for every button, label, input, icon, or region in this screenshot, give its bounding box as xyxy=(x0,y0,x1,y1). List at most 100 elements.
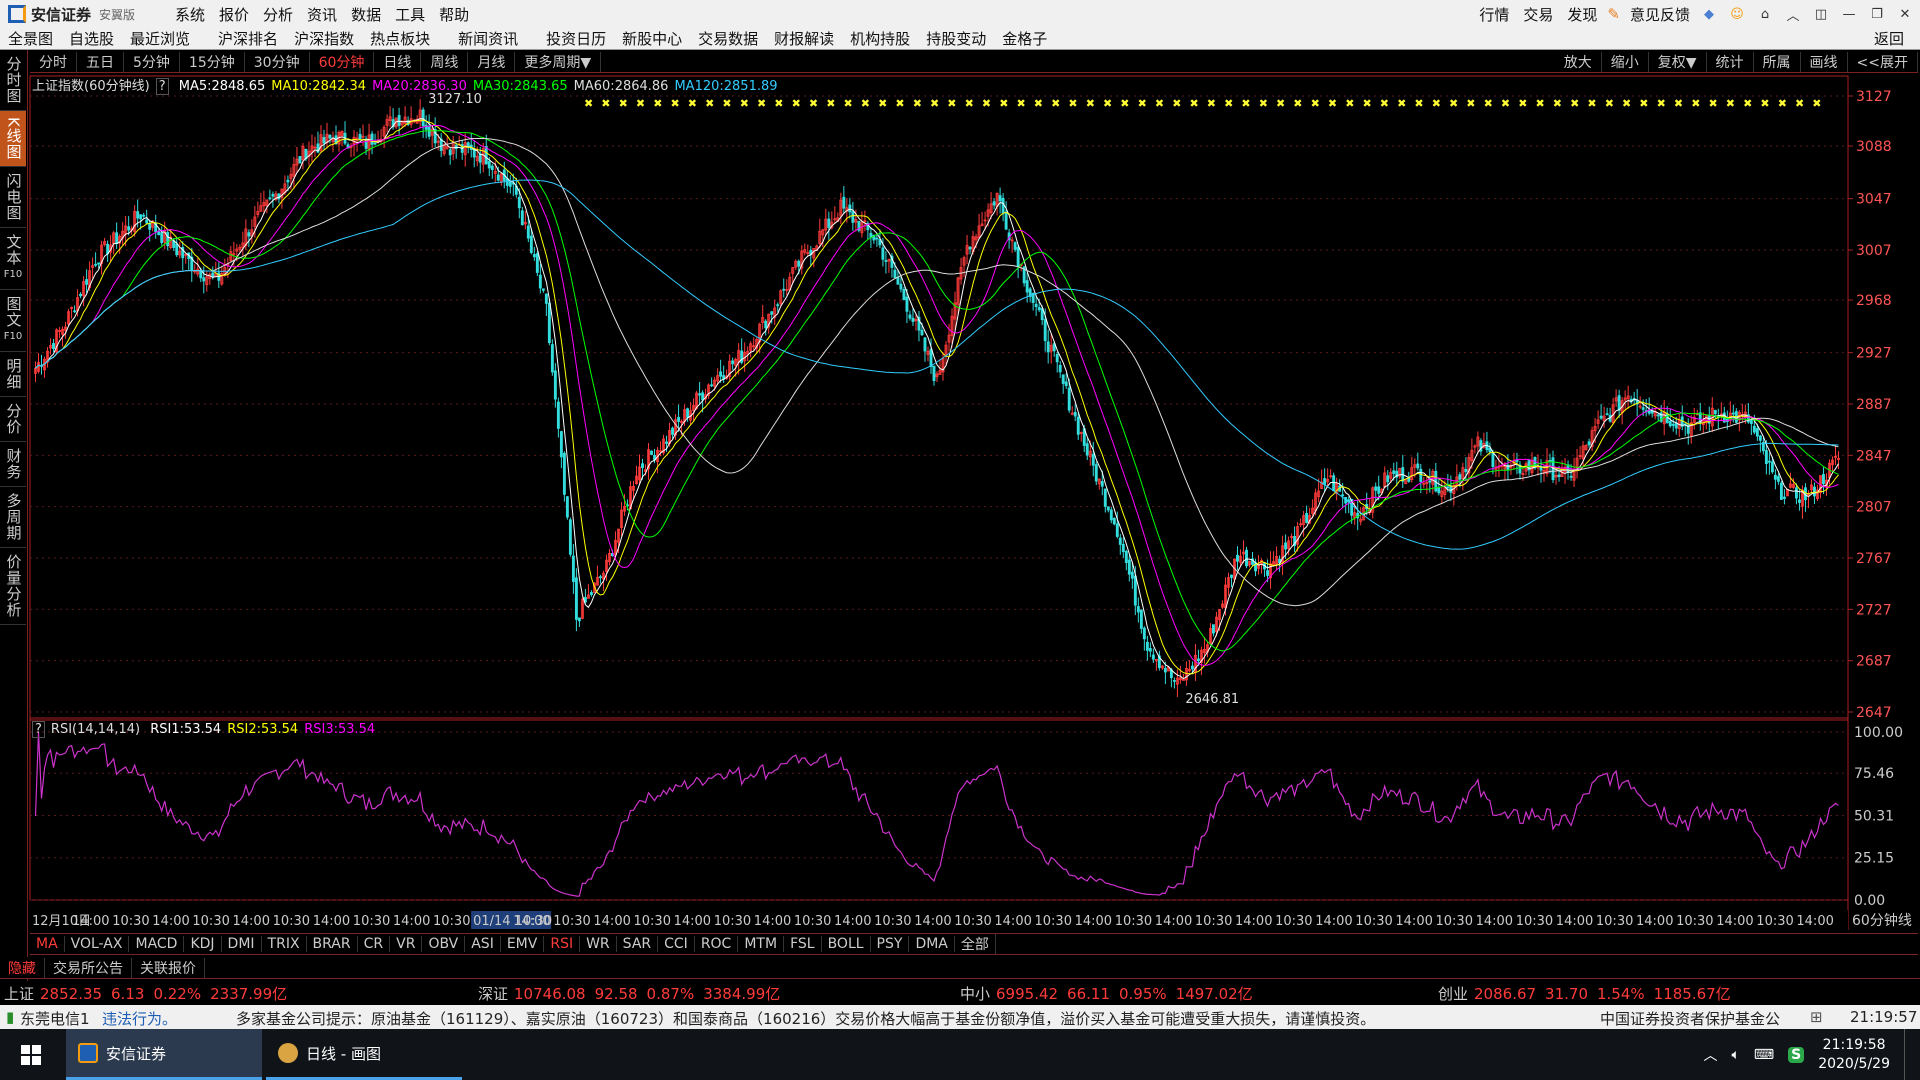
x-tick-label: 10:30 xyxy=(1436,914,1473,929)
index-quote-3[interactable]: 创业 2086.67 31.70 1.54% 1185.67亿 xyxy=(1438,983,1731,1004)
candle-body xyxy=(1776,476,1780,482)
indicator-tab-16[interactable]: ROC xyxy=(695,936,739,952)
task-anxin[interactable]: 安信证券 xyxy=(66,1029,262,1080)
news-tab-0[interactable]: 隐藏 xyxy=(0,957,45,978)
x-tick-label: 14:00 xyxy=(1796,914,1833,929)
indicator-tab-14[interactable]: SAR xyxy=(617,936,659,952)
candle-body xyxy=(1172,680,1176,682)
candle-body xyxy=(848,204,852,213)
price-tick-label: 2687 xyxy=(1856,654,1892,670)
rsi-help-icon[interactable]: ? xyxy=(32,721,45,738)
price-panel-frame xyxy=(29,75,1849,721)
task-paint[interactable]: 日线 - 画图 xyxy=(266,1029,462,1080)
signal-marker: ✖ xyxy=(757,97,766,110)
candle-body xyxy=(202,277,206,282)
news-tab-2[interactable]: 关联报价 xyxy=(132,957,205,978)
indicator-tab-17[interactable]: MTM xyxy=(738,936,785,952)
candle-body xyxy=(1127,559,1131,575)
candle-body xyxy=(496,174,500,181)
indicator-tab-3[interactable]: KDJ xyxy=(184,936,222,952)
indicator-tab-20[interactable]: PSY xyxy=(871,936,910,952)
indicator-tab-15[interactable]: CCI xyxy=(658,936,695,952)
candle-body xyxy=(550,344,554,373)
rsi-line xyxy=(34,731,1839,897)
indicator-tab-9[interactable]: OBV xyxy=(422,936,466,952)
indicator-bar: MA VOL-AX MACD KDJ DMI TRIX BRAR CR VR OBV ASI EMV R… xyxy=(30,933,1918,955)
indicator-tab-11[interactable]: EMV xyxy=(501,936,545,952)
signal-marker: ✖ xyxy=(826,97,835,110)
candle-body xyxy=(1196,658,1200,662)
server-label[interactable]: 东莞电信1 xyxy=(20,1008,90,1029)
indicator-tab-19[interactable]: BOLL xyxy=(822,936,871,952)
x-tick-label: 10:30 xyxy=(1355,914,1392,929)
candle-body xyxy=(1437,486,1441,494)
indicator-tab-2[interactable]: MACD xyxy=(129,936,185,952)
signal-marker: ✖ xyxy=(740,97,749,110)
signal-marker: ✖ xyxy=(1639,97,1648,110)
indicator-tab-6[interactable]: BRAR xyxy=(307,936,358,952)
candle-body xyxy=(1587,441,1591,446)
candle-body xyxy=(1001,197,1005,214)
indicator-tab-13[interactable]: WR xyxy=(580,936,617,952)
kline-chart[interactable]: 3127 3088 3047 3007 2968 2927 2887 2847 2807 2767… xyxy=(0,0,1920,1080)
indicator-tab-12[interactable]: RSI xyxy=(544,936,581,952)
task-paint-label: 日线 - 画图 xyxy=(306,1044,381,1063)
candle-body xyxy=(115,232,119,245)
ma-legend-item-4: MA60:2864.86 xyxy=(573,79,669,94)
candle-body xyxy=(1109,509,1113,521)
index-quote-2[interactable]: 中小 6995.42 66.11 0.95% 1497.02亿 xyxy=(960,983,1253,1004)
candle-body xyxy=(1491,452,1495,468)
indicator-tab-4[interactable]: DMI xyxy=(222,936,262,952)
candle-body xyxy=(893,269,897,279)
indicator-tab-1[interactable]: VOL-AX xyxy=(65,936,130,952)
candle-body xyxy=(1148,648,1152,652)
signal-marker: ✖ xyxy=(930,97,939,110)
notice-marquee[interactable]: 多家基金公司提示：原油基金（161129）、嘉实原油（160723）和国泰商品（… xyxy=(236,1008,1375,1029)
candle-body xyxy=(1446,486,1450,489)
signal-marker: ✖ xyxy=(878,97,887,110)
index-quote-0[interactable]: 上证 2852.35 6.13 0.22% 2337.99亿 xyxy=(4,983,287,1004)
pin-icon[interactable]: ⊞ xyxy=(1810,1008,1823,1026)
news-tab-1[interactable]: 交易所公告 xyxy=(45,957,132,978)
indicator-tab-7[interactable]: CR xyxy=(358,936,391,952)
taskbar-clock[interactable]: 21:19:58 2020/5/29 xyxy=(1818,1036,1890,1074)
candle-body xyxy=(562,452,566,495)
quote-name: 创业 xyxy=(1438,985,1469,1003)
indicator-tab-18[interactable]: FSL xyxy=(784,936,822,952)
indicator-tab-5[interactable]: TRIX xyxy=(262,936,307,952)
candle-body xyxy=(1374,486,1378,491)
show-desktop-button[interactable] xyxy=(1904,1029,1910,1080)
candle-body xyxy=(1458,474,1462,480)
x-tick-label: 10:30 xyxy=(1516,914,1553,929)
candle-body xyxy=(148,222,152,230)
indicator-tab-10[interactable]: ASI xyxy=(465,936,501,952)
index-quote-1[interactable]: 深证 10746.08 92.58 0.87% 3384.99亿 xyxy=(478,983,780,1004)
candle-body xyxy=(1266,570,1270,576)
indicator-tab-0[interactable]: MA xyxy=(30,936,65,952)
x-tick-label: 10:30 xyxy=(1035,914,1072,929)
input-method-icon[interactable]: S xyxy=(1788,1046,1805,1063)
signal-marker: ✖ xyxy=(584,97,593,110)
x-tick-label: 14:00 xyxy=(1636,914,1673,929)
tray-expand-icon[interactable]: ︿ xyxy=(1703,1045,1717,1065)
x-tick-label: 10:30 xyxy=(1676,914,1713,929)
signal-marker: ✖ xyxy=(1501,97,1510,110)
indicator-tab-22[interactable]: 全部 xyxy=(955,934,996,954)
keyboard-icon[interactable]: ⌨ xyxy=(1754,1047,1774,1063)
signal-marker: ✖ xyxy=(895,97,904,110)
indicator-tab-8[interactable]: VR xyxy=(390,936,423,952)
indicator-tab-21[interactable]: DMA xyxy=(909,936,955,952)
x-tick-label: 10:30 xyxy=(1756,914,1793,929)
help-icon[interactable]: ? xyxy=(155,78,169,95)
start-button[interactable] xyxy=(0,1029,62,1080)
volume-icon[interactable]: 🔈︎ xyxy=(1731,1047,1739,1063)
quote-amount: 1185.67亿 xyxy=(1653,985,1731,1003)
warning-text[interactable]: 违法行为。 xyxy=(102,1008,177,1029)
signal-marker: ✖ xyxy=(1570,97,1579,110)
candle-body xyxy=(1599,415,1603,419)
candle-body xyxy=(1076,416,1080,435)
candle-body xyxy=(1100,481,1104,487)
quote-change: 66.11 xyxy=(1067,985,1110,1003)
candle-body xyxy=(782,288,786,291)
candle-body xyxy=(731,360,735,365)
